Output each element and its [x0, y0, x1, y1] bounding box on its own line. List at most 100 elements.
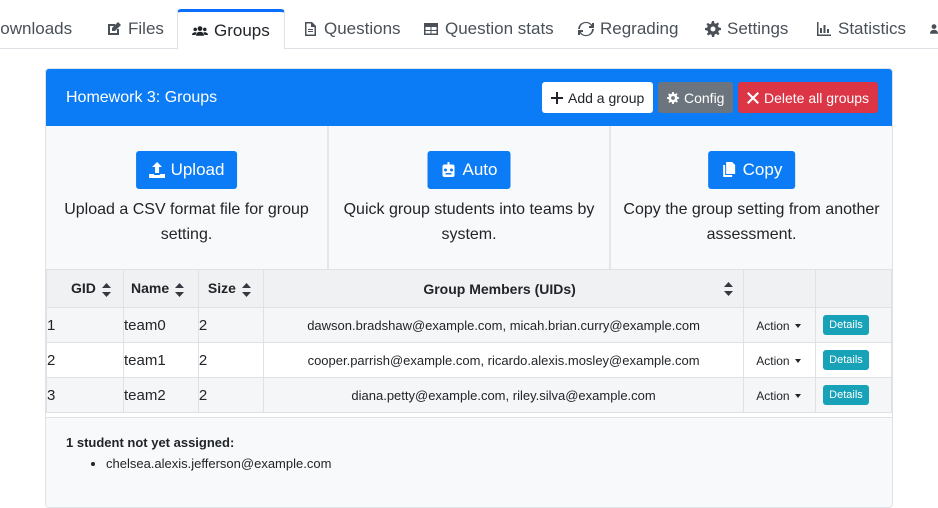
- nav-tabs: Downloads Files Groups Questions Questio…: [0, 0, 938, 50]
- name-cell: team2: [122, 377, 199, 413]
- edit-icon: [108, 22, 121, 35]
- tab-statistics[interactable]: Statistics: [816, 9, 906, 49]
- config-label: Config: [684, 89, 725, 106]
- action-cell: Action: [743, 342, 817, 378]
- caret-down-icon: [794, 359, 801, 364]
- caret-down-icon: [794, 324, 801, 329]
- tab-label: Files: [128, 19, 164, 38]
- tab-label: Downloads: [0, 19, 73, 38]
- unassigned-section: 1 student not yet assigned: chelsea.alex…: [46, 417, 892, 507]
- config-button[interactable]: Config: [658, 82, 734, 113]
- group-actions: Upload Upload a CSV format file for grou…: [46, 126, 892, 269]
- close-icon: [747, 91, 759, 104]
- users-icon: [192, 25, 208, 36]
- details-cell: Details: [815, 307, 892, 343]
- tab-question-stats[interactable]: Question stats: [423, 9, 554, 49]
- action-header: [743, 269, 817, 308]
- copy-button[interactable]: Copy: [707, 151, 796, 189]
- table-row: 2 team1 2 cooper.parrish@example.com, ri…: [46, 342, 892, 378]
- users-icon: [930, 24, 938, 34]
- tab-more[interactable]: [926, 9, 938, 49]
- members-cell: cooper.parrish@example.com, ricardo.alex…: [262, 342, 745, 378]
- groups-table: GID Name Size Group Members (UIDs) 1 tea…: [46, 269, 892, 413]
- details-header: [815, 269, 892, 308]
- details-cell: Details: [815, 377, 892, 413]
- action-dropdown[interactable]: Action: [744, 318, 801, 333]
- action-cell: Action: [743, 307, 817, 343]
- gear-icon: [705, 21, 721, 37]
- details-button[interactable]: Details: [823, 385, 869, 405]
- copy-description: Copy the group setting from another asse…: [623, 201, 880, 243]
- tab-downloads[interactable]: Downloads: [0, 9, 72, 49]
- details-button[interactable]: Details: [823, 315, 869, 335]
- size-cell: 2: [197, 377, 264, 413]
- action-dropdown[interactable]: Action: [744, 353, 801, 368]
- tab-label: Question stats: [445, 19, 554, 38]
- details-button[interactable]: Details: [823, 350, 869, 370]
- upload-description: Upload a CSV format file for group setti…: [64, 201, 309, 243]
- auto-description: Quick group students into teams by syste…: [343, 201, 595, 243]
- details-cell: Details: [815, 342, 892, 378]
- name-cell: team0: [122, 307, 199, 343]
- sync-icon: [578, 21, 594, 37]
- sort-icon: [101, 282, 111, 297]
- tab-groups[interactable]: Groups: [177, 9, 285, 50]
- gid-cell: 2: [46, 342, 124, 378]
- delete-all-groups-button[interactable]: Delete all groups: [738, 82, 879, 113]
- tab-label: Questions: [324, 19, 401, 38]
- name-cell: team1: [122, 342, 199, 378]
- size-header-label: Size: [207, 280, 236, 297]
- sort-icon: [724, 282, 734, 296]
- action-dropdown[interactable]: Action: [744, 388, 801, 403]
- caret-down-icon: [794, 394, 801, 399]
- size-cell: 2: [197, 307, 264, 343]
- tab-label: Groups: [214, 20, 270, 40]
- add-group-button[interactable]: Add a group: [542, 82, 654, 113]
- upload-label: Upload: [170, 160, 225, 179]
- tab-settings[interactable]: Settings: [705, 9, 788, 49]
- upload-icon: [148, 162, 165, 178]
- delete-all-label: Delete all groups: [764, 89, 870, 106]
- file-icon: [305, 22, 316, 36]
- action-label: Action: [756, 318, 790, 333]
- plus-icon: [551, 91, 563, 104]
- copy-label: Copy: [742, 160, 783, 179]
- name-header[interactable]: Name: [122, 269, 199, 308]
- table-row: 1 team0 2 dawson.bradshaw@example.com, m…: [46, 307, 892, 343]
- members-cell: diana.petty@example.com, riley.silva@exa…: [262, 377, 745, 413]
- members-header-label: Group Members (UIDs): [423, 280, 576, 297]
- page-title: Homework 3: Groups: [66, 89, 218, 106]
- members-cell: dawson.bradshaw@example.com, micah.brian…: [262, 307, 745, 343]
- size-header[interactable]: Size: [197, 269, 264, 308]
- auto-button[interactable]: Auto: [427, 151, 511, 189]
- robot-icon: [442, 162, 455, 177]
- copy-panel: Copy Copy the group setting from another…: [611, 126, 892, 269]
- unassigned-student: chelsea.alexis.jefferson@example.com: [106, 456, 331, 471]
- sort-icon: [241, 282, 251, 297]
- tab-label: Statistics: [838, 19, 907, 38]
- tab-files[interactable]: Files: [106, 9, 164, 49]
- tab-regrading[interactable]: Regrading: [578, 9, 678, 49]
- upload-panel: Upload Upload a CSV format file for grou…: [46, 126, 329, 269]
- members-header[interactable]: Group Members (UIDs): [262, 269, 745, 308]
- gear-icon: [667, 91, 679, 104]
- gid-header[interactable]: GID: [46, 269, 124, 308]
- action-cell: Action: [743, 377, 817, 413]
- tab-questions[interactable]: Questions: [302, 9, 401, 49]
- gid-cell: 3: [46, 377, 124, 413]
- table-icon: [424, 23, 438, 35]
- size-cell: 2: [197, 342, 264, 378]
- tab-label: Regrading: [600, 19, 679, 38]
- unassigned-title: 1 student not yet assigned:: [66, 435, 235, 450]
- groups-card: Homework 3: Groups Add a group Config De…: [45, 68, 893, 508]
- table-row: 3 team2 2 diana.petty@example.com, riley…: [46, 377, 892, 413]
- gid-header-label: GID: [71, 280, 96, 297]
- upload-button[interactable]: Upload: [135, 151, 238, 189]
- action-label: Action: [756, 388, 790, 403]
- auto-panel: Auto Quick group students into teams by …: [329, 126, 611, 269]
- name-header-label: Name: [130, 280, 170, 297]
- auto-label: Auto: [462, 160, 498, 179]
- tab-label: Settings: [727, 19, 789, 38]
- add-group-label: Add a group: [568, 89, 645, 106]
- action-label: Action: [756, 353, 790, 368]
